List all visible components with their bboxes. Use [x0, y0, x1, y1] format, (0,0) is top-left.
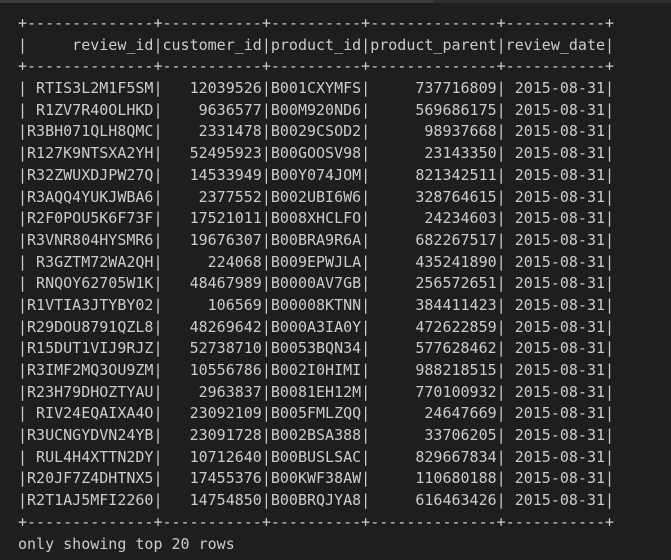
table-row: | RIV24EQAIXA4O| 23092109|B005FMLZQQ| 24…: [18, 404, 615, 423]
table-row: |R3UCNGYDVN24YB| 23091728|B002BSA388| 33…: [18, 426, 615, 445]
table-row: |R3VNR804HYSMR6| 19676307|B00BRA9R6A| 68…: [18, 230, 615, 249]
table-row: | R1ZV7R40OLHKD| 9636577|B00M920ND6| 569…: [18, 100, 615, 119]
table-row: |R3BH071QLH8QMC| 2331478|B0029CSOD2| 989…: [18, 122, 615, 141]
table-row: |R23H79DHOZTYAU| 2963837|B0081EH12M| 770…: [18, 382, 615, 401]
table-row: | R3GZTM72WA2QH| 224068|B009EPWJLA| 4352…: [18, 252, 615, 271]
table-border-header: +--------------+-----------+----------+-…: [18, 57, 615, 76]
table-row: |R15DUT1VIJ9RJZ| 52738710|B0053BQN34| 57…: [18, 339, 615, 358]
table-row: |R127K9NTSXA2YH| 52495923|B00GOOSV98| 23…: [18, 144, 615, 163]
table-row: |R3IMF2MQ3OU9ZM| 10556786|B002I0HIMI| 98…: [18, 361, 615, 379]
table-row: | RUL4H4XTTN2DY| 10712640|B00BUSLSAC| 82…: [18, 447, 615, 466]
table-border-top: +--------------+-----------+----------+-…: [18, 14, 615, 32]
table-row: |R29DOU8791QZL8| 48269642|B000A3IA0Y| 47…: [18, 317, 615, 336]
cell-output: +--------------+-----------+----------+-…: [18, 13, 614, 555]
table-border-bottom: +--------------+-----------+----------+-…: [18, 512, 615, 531]
table-row: |R2T1AJ5MFI2260| 14754850|B00BRQJYA8| 61…: [18, 491, 615, 510]
table-row: |R2F0POU5K6F73F| 17521011|B008XHCLFO| 24…: [18, 209, 615, 228]
row-count-note: only showing top 20 rows: [18, 534, 235, 553]
table-row: |R1VTIA3JTYBY02| 106569|B00008KTNN| 3844…: [18, 295, 615, 314]
table-row: |R3AQQ4YUKJWBA6| 2377552|B002UBI6W6| 328…: [18, 187, 615, 206]
cell-top-strip: [0, 0, 671, 3]
table-row: |R32ZWUXDJPW27Q| 14533949|B00Y074JOM| 82…: [18, 165, 615, 184]
cell-tab-edge: [0, 0, 434, 3]
table-row: | RTIS3L2M1F5SM| 12039526|B001CXYMFS| 73…: [18, 79, 615, 98]
table-header-row: | review_id|customer_id|product_id|produ…: [18, 35, 615, 54]
table-row: |R20JF7Z4DHTNX5| 17455376|B00KWF38AW| 11…: [18, 469, 615, 488]
table-row: | RNQOY62705W1K| 48467989|B0000AV7GB| 25…: [18, 274, 615, 293]
